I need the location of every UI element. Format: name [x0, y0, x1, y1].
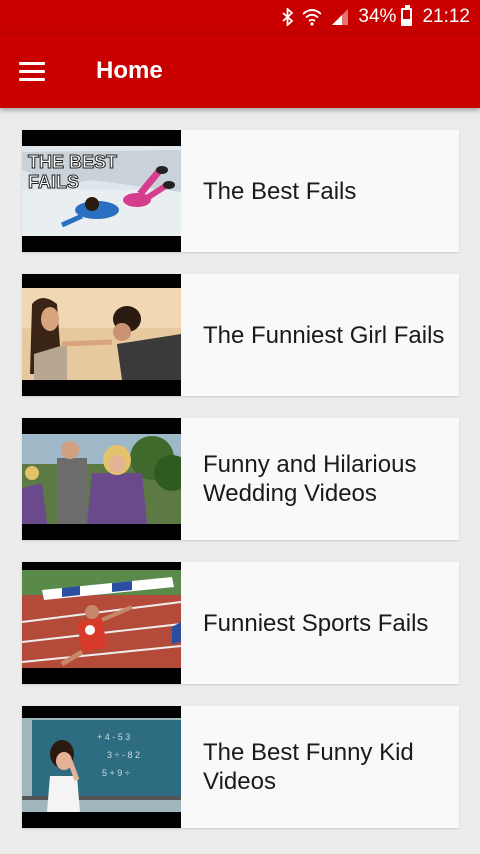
battery-icon [401, 5, 413, 26]
svg-text:FAILS: FAILS [28, 172, 79, 192]
video-thumbnail [22, 418, 181, 540]
bluetooth-icon [282, 8, 294, 26]
video-card-wedding-videos[interactable]: Funny and Hilarious Wedding Videos [22, 418, 459, 540]
video-thumbnail: + 4 - 5 3 3 ÷ - 8 2 5 + 9 ÷ [22, 706, 181, 828]
video-thumbnail: THE BEST FAILS [22, 130, 181, 252]
app-bar: Home [0, 34, 480, 108]
hamburger-menu-icon[interactable] [0, 34, 64, 108]
svg-text:THE BEST: THE BEST [28, 152, 117, 172]
clock: 21:12 [422, 6, 470, 27]
video-card-funny-kid-videos[interactable]: + 4 - 5 3 3 ÷ - 8 2 5 + 9 ÷ The Best Fun… [22, 706, 459, 828]
signal-icon [330, 8, 350, 26]
video-card-best-fails[interactable]: THE BEST FAILS The Best Fails [22, 130, 459, 252]
video-title: The Best Funny Kid Videos [203, 739, 414, 795]
video-card-sports-fails[interactable]: Funniest Sports Fails [22, 562, 459, 684]
video-title: Funniest Sports Fails [203, 609, 429, 637]
video-title: The Funniest Girl Fails [203, 321, 445, 349]
status-bar: 34% 21:12 [0, 0, 480, 34]
page-title: Home [96, 57, 163, 84]
video-list: THE BEST FAILS The Best Fails The Funnie… [22, 130, 459, 850]
svg-text:3 ÷ - 8 2: 3 ÷ - 8 2 [107, 750, 140, 760]
svg-text:5 + 9 ÷: 5 + 9 ÷ [102, 768, 130, 778]
video-card-funniest-girl-fails[interactable]: The Funniest Girl Fails [22, 274, 459, 396]
video-title: Funny and Hilarious Wedding Videos [203, 451, 417, 507]
video-title: The Best Fails [203, 177, 357, 205]
video-thumbnail [22, 562, 181, 684]
battery-percentage: 34% [358, 6, 397, 27]
wifi-icon [302, 8, 323, 26]
svg-text:+ 4 - 5 3: + 4 - 5 3 [97, 732, 130, 742]
video-thumbnail [22, 274, 181, 396]
